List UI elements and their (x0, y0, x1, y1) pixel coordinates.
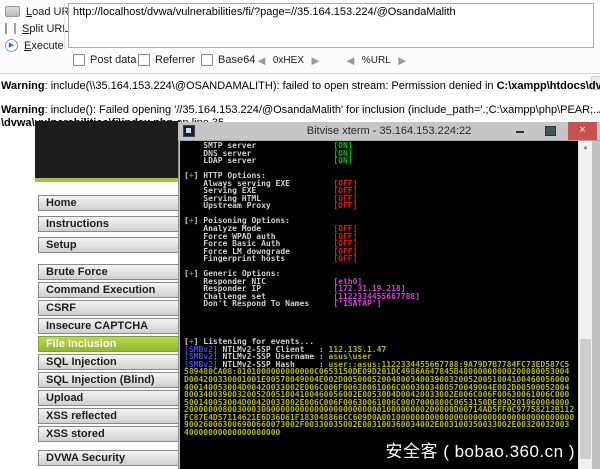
post-data-label: Post data (90, 54, 136, 66)
terminal-text-segment: [OFF] (333, 201, 357, 210)
terminal-scrollbar[interactable]: ▲ (578, 141, 592, 469)
terminal-title: Bitvise xterm - 35.164.153.224:22 (178, 125, 600, 137)
screen: Load URL Split URL ▶ Execute http://loca… (0, 0, 600, 469)
terminal-screen[interactable]: SMTP server [ON] DNS server [ON] LDAP se… (180, 141, 578, 469)
terminal-line (184, 308, 574, 316)
terminal-text-segment: Upstream Proxy (184, 201, 333, 210)
terminal-output: SMTP server [ON] DNS server [ON] LDAP se… (180, 141, 574, 436)
load-url-icon (5, 6, 20, 17)
split-url-label: Split URL (22, 23, 68, 35)
url-decode-arrow-icon[interactable]: ◄ (344, 53, 357, 68)
terminal-titlebar[interactable]: Bitvise xterm - 35.164.153.224:22 × (178, 122, 600, 141)
terminal-text-segment: ['ISATAP'] (333, 299, 381, 308)
terminal-text-segment: Don't Respond To Names (184, 299, 333, 308)
checkbox-icon[interactable] (73, 54, 85, 66)
maximize-button[interactable] (539, 122, 560, 140)
hex-encoder-control: ◄ 0xHEX ► (255, 53, 322, 68)
sidebar-item-csrf[interactable]: CSRF (38, 300, 180, 316)
sidebar-item-sql-injection-blind[interactable]: SQL Injection (Blind) (38, 372, 180, 388)
warning-1: Warning: include(\\35.164.153.224\@OSAND… (1, 80, 600, 92)
warning-label: Warning (1, 104, 45, 116)
checkbox-icon[interactable] (201, 54, 213, 66)
split-url-icon (5, 23, 16, 34)
terminal-text-segment: LDAP server (184, 156, 333, 165)
url-encode-arrow-icon[interactable]: ► (396, 53, 409, 68)
dvwa-header-accent (35, 178, 180, 182)
hackbar-options-row: Post data Referrer Base64 ◄ 0xHEX ► ◄ %U… (0, 52, 600, 71)
sidebar-item-file-inclusion[interactable]: File Inclusion (38, 336, 180, 352)
warning-text: : include(): Failed opening '//35.164.15… (45, 104, 600, 116)
sidebar-item-setup[interactable]: Setup (38, 237, 180, 253)
referrer-label: Referrer (155, 54, 195, 66)
terminal-window-frame (592, 141, 600, 469)
terminal-text-segment: [ON] (333, 156, 352, 165)
toolbar-divider (64, 2, 65, 50)
minimize-button[interactable] (510, 122, 531, 140)
sidebar-item-xss-reflected[interactable]: XSS reflected (38, 408, 180, 424)
terminal-line: Upstream Proxy [OFF] (184, 202, 574, 210)
terminal-text-segment: 40000000000000000000 (184, 428, 280, 437)
warning-label: Warning (1, 80, 45, 92)
hex-encoder-label: 0xHEX (273, 55, 304, 66)
hackbar-toolbar: Load URL Split URL ▶ Execute http://loca… (0, 0, 600, 74)
base64-checkbox[interactable]: Base64 (201, 54, 255, 66)
terminal-line (184, 323, 574, 331)
terminal-line: Fingerprint hosts [OFF] (184, 255, 574, 263)
warning-text: : include(\\35.164.153.224\@OSANDAMALITH… (45, 80, 497, 92)
bitvise-xterm-window: Bitvise xterm - 35.164.153.224:22 × SMTP… (178, 122, 600, 469)
terminal-line: LDAP server [ON] (184, 157, 574, 165)
close-icon: × (579, 124, 585, 136)
terminal-line: Don't Respond To Names ['ISATAP'] (184, 300, 574, 308)
watermark: 安全客 ( bobao.360.cn ) (385, 437, 575, 462)
sidebar-item-home[interactable]: Home (38, 195, 180, 211)
sidebar-item-dvwa-security[interactable]: DVWA Security (38, 450, 180, 466)
scroll-up-icon[interactable]: ▲ (579, 141, 592, 155)
hex-encode-arrow-icon[interactable]: ► (309, 53, 322, 68)
split-url-button[interactable]: Split URL (5, 21, 68, 36)
maximize-icon (545, 126, 556, 136)
sidebar-item-command-execution[interactable]: Command Execution (38, 282, 180, 298)
execute-label: Execute (24, 40, 64, 52)
hex-decode-arrow-icon[interactable]: ◄ (255, 53, 268, 68)
checkbox-icon[interactable] (138, 54, 150, 66)
url-encoder-control: ◄ %URL ► (344, 53, 409, 68)
terminal-line: 40000000000000000000 (184, 429, 574, 437)
post-data-checkbox[interactable]: Post data (73, 54, 136, 66)
warning-2-line-1: Warning: include(): Failed opening '//35… (1, 104, 600, 116)
sidebar-item-brute-force[interactable]: Brute Force (38, 264, 180, 280)
url-encoder-label: %URL (362, 55, 391, 66)
minimize-icon (516, 131, 524, 133)
sidebar-item-sql-injection[interactable]: SQL Injection (38, 354, 180, 370)
warning-path: C:\xampp\htdocs\dvwa\vulnerabilities\fi\… (497, 80, 600, 92)
base64-label: Base64 (218, 54, 255, 66)
sidebar-item-insecure-captcha[interactable]: Insecure CAPTCHA (38, 318, 180, 334)
execute-icon: ▶ (5, 39, 18, 52)
sidebar-item-xss-stored[interactable]: XSS stored (38, 426, 180, 442)
url-input[interactable]: http://localhost/dvwa/vulnerabilities/fi… (68, 3, 594, 48)
referrer-checkbox[interactable]: Referrer (138, 54, 195, 66)
sidebar-item-instructions[interactable]: Instructions (38, 216, 180, 232)
close-button[interactable]: × (568, 122, 597, 140)
terminal-text-segment: Fingerprint hosts (184, 254, 333, 263)
sidebar-item-upload[interactable]: Upload (38, 390, 180, 406)
execute-button[interactable]: ▶ Execute (5, 38, 64, 53)
terminal-line (184, 316, 574, 324)
terminal-text-segment: [OFF] (333, 254, 357, 263)
dvwa-logo-header (35, 121, 180, 178)
scrollbar-thumb[interactable] (580, 339, 591, 459)
